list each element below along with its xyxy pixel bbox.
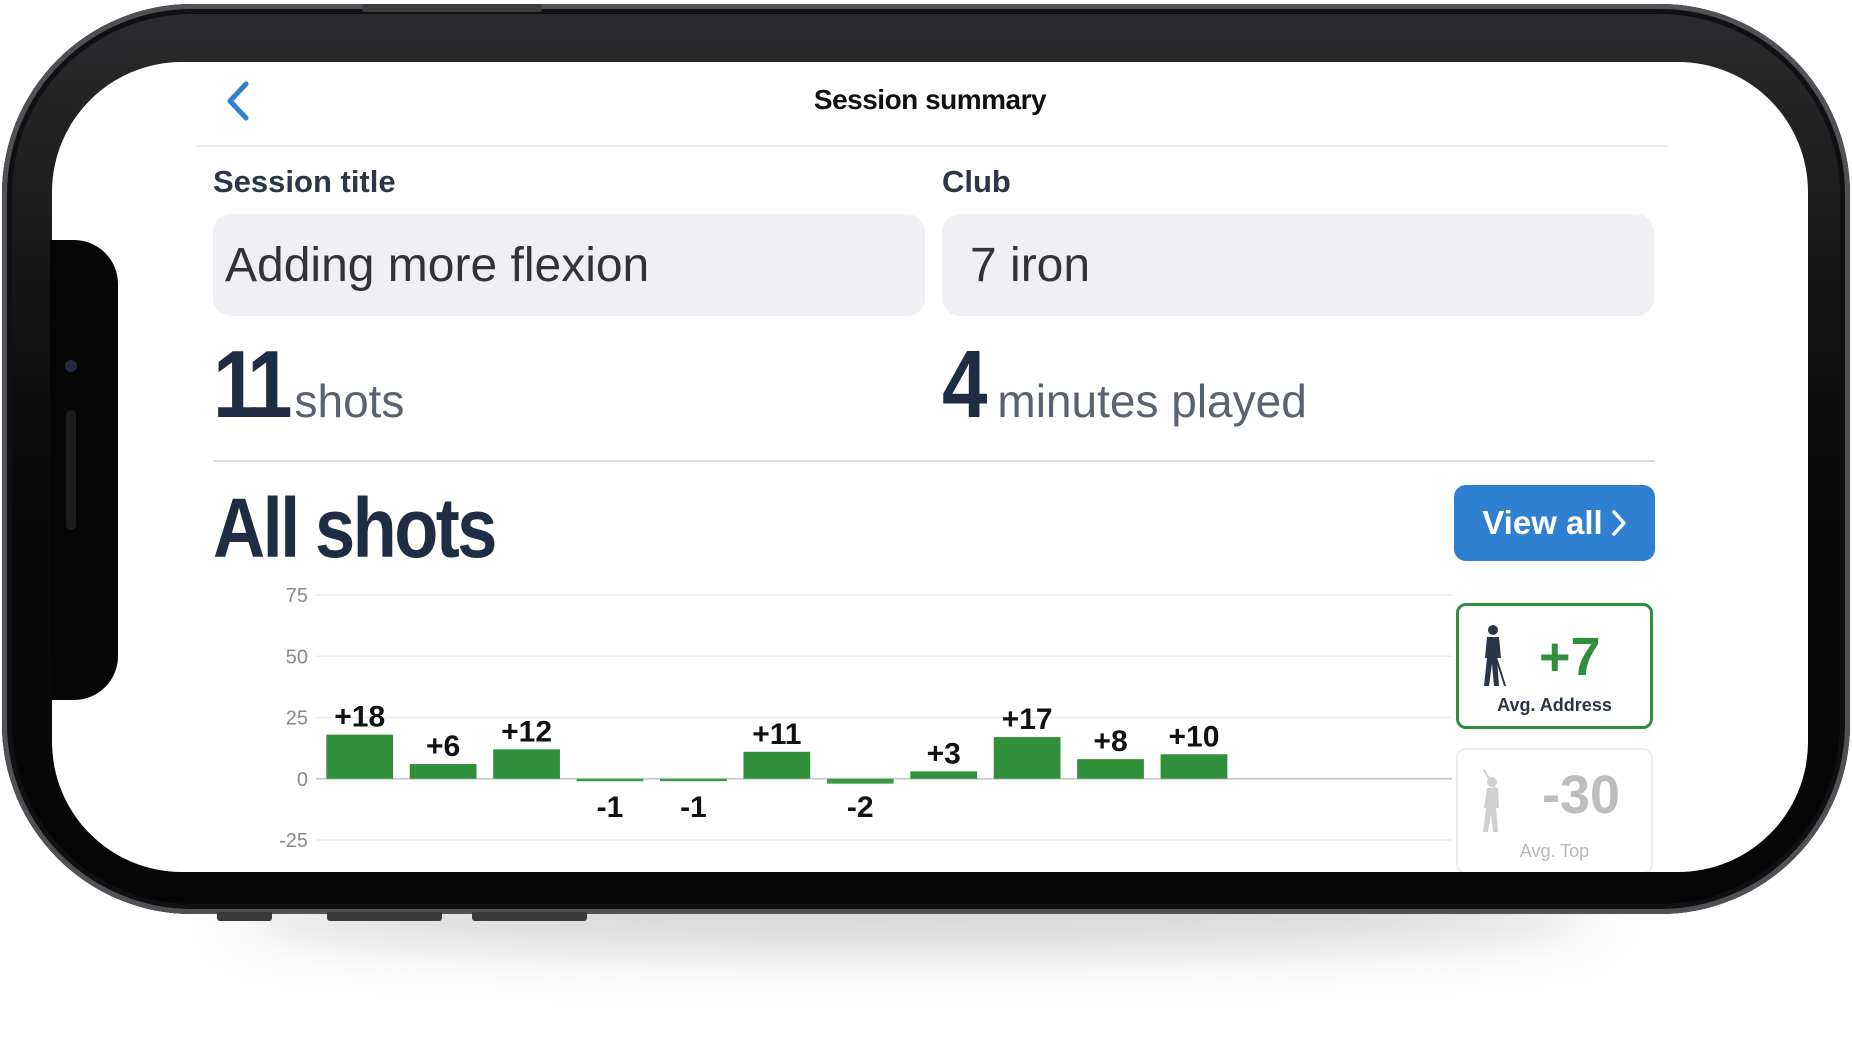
metric-card-address[interactable]: +7 Avg. Address — [1456, 603, 1653, 729]
y-tick-label: 75 — [286, 585, 308, 607]
side-button — [217, 912, 272, 921]
bar[interactable] — [576, 778, 644, 782]
bar[interactable] — [993, 737, 1061, 779]
bar[interactable] — [1077, 759, 1144, 779]
chevron-right-icon — [1611, 510, 1626, 536]
bar[interactable] — [493, 749, 560, 779]
view-all-button[interactable]: View all — [1454, 485, 1655, 561]
bar-value-label: +12 — [501, 715, 552, 748]
phone-notch — [50, 240, 118, 700]
bar[interactable] — [826, 778, 894, 784]
bar-value-label: +3 — [927, 737, 961, 770]
volume-button-top — [362, 4, 542, 12]
metric-value-top: -30 — [1542, 765, 1621, 825]
app-screen: Session summary Session title Club Addin… — [52, 62, 1808, 872]
bar-value-label: +11 — [752, 718, 801, 751]
view-all-label: View all — [1482, 504, 1603, 541]
phone-frame: Session summary Session title Club Addin… — [2, 4, 1850, 921]
all-shots-chart: 75 50 25 0 -25 +18 +6 +12 -1 -1 +11 -2 +3 +17 +8 +10 — [279, 585, 1452, 852]
volume-down-button — [472, 912, 587, 921]
bar[interactable] — [660, 778, 727, 782]
y-tick-label: 50 — [286, 646, 308, 668]
bar[interactable] — [910, 771, 978, 779]
volume-up-button — [327, 912, 442, 921]
bar[interactable] — [743, 751, 811, 779]
bar-value-label: +17 — [1002, 703, 1053, 736]
speaker-slot — [66, 410, 76, 530]
y-tick-label: 25 — [286, 708, 308, 730]
y-tick-label: 0 — [297, 769, 308, 791]
bar-value-label: +6 — [426, 730, 460, 763]
bar[interactable] — [326, 734, 394, 779]
y-tick-label: -25 — [279, 830, 308, 852]
bar-value-label: +10 — [1169, 720, 1220, 753]
bar-value-label: -1 — [680, 791, 707, 824]
golfer-address-icon — [1484, 625, 1506, 687]
bar-value-label: +18 — [334, 701, 385, 734]
metric-value-address: +7 — [1539, 627, 1601, 687]
bar-value-label: -1 — [597, 791, 624, 824]
bar-value-label: -2 — [847, 791, 874, 824]
bar-value-label: +8 — [1093, 725, 1127, 758]
metric-label-top: Avg. Top — [1519, 841, 1590, 861]
bar[interactable] — [409, 764, 477, 779]
metric-card-top[interactable]: -30 Avg. Top — [1456, 748, 1653, 872]
camera-dot — [65, 360, 77, 372]
bar[interactable] — [1160, 754, 1228, 779]
metric-label-address: Avg. Address — [1497, 695, 1612, 715]
stage: Session summary Session title Club Addin… — [0, 0, 1852, 1060]
golfer-top-icon — [1483, 769, 1499, 832]
